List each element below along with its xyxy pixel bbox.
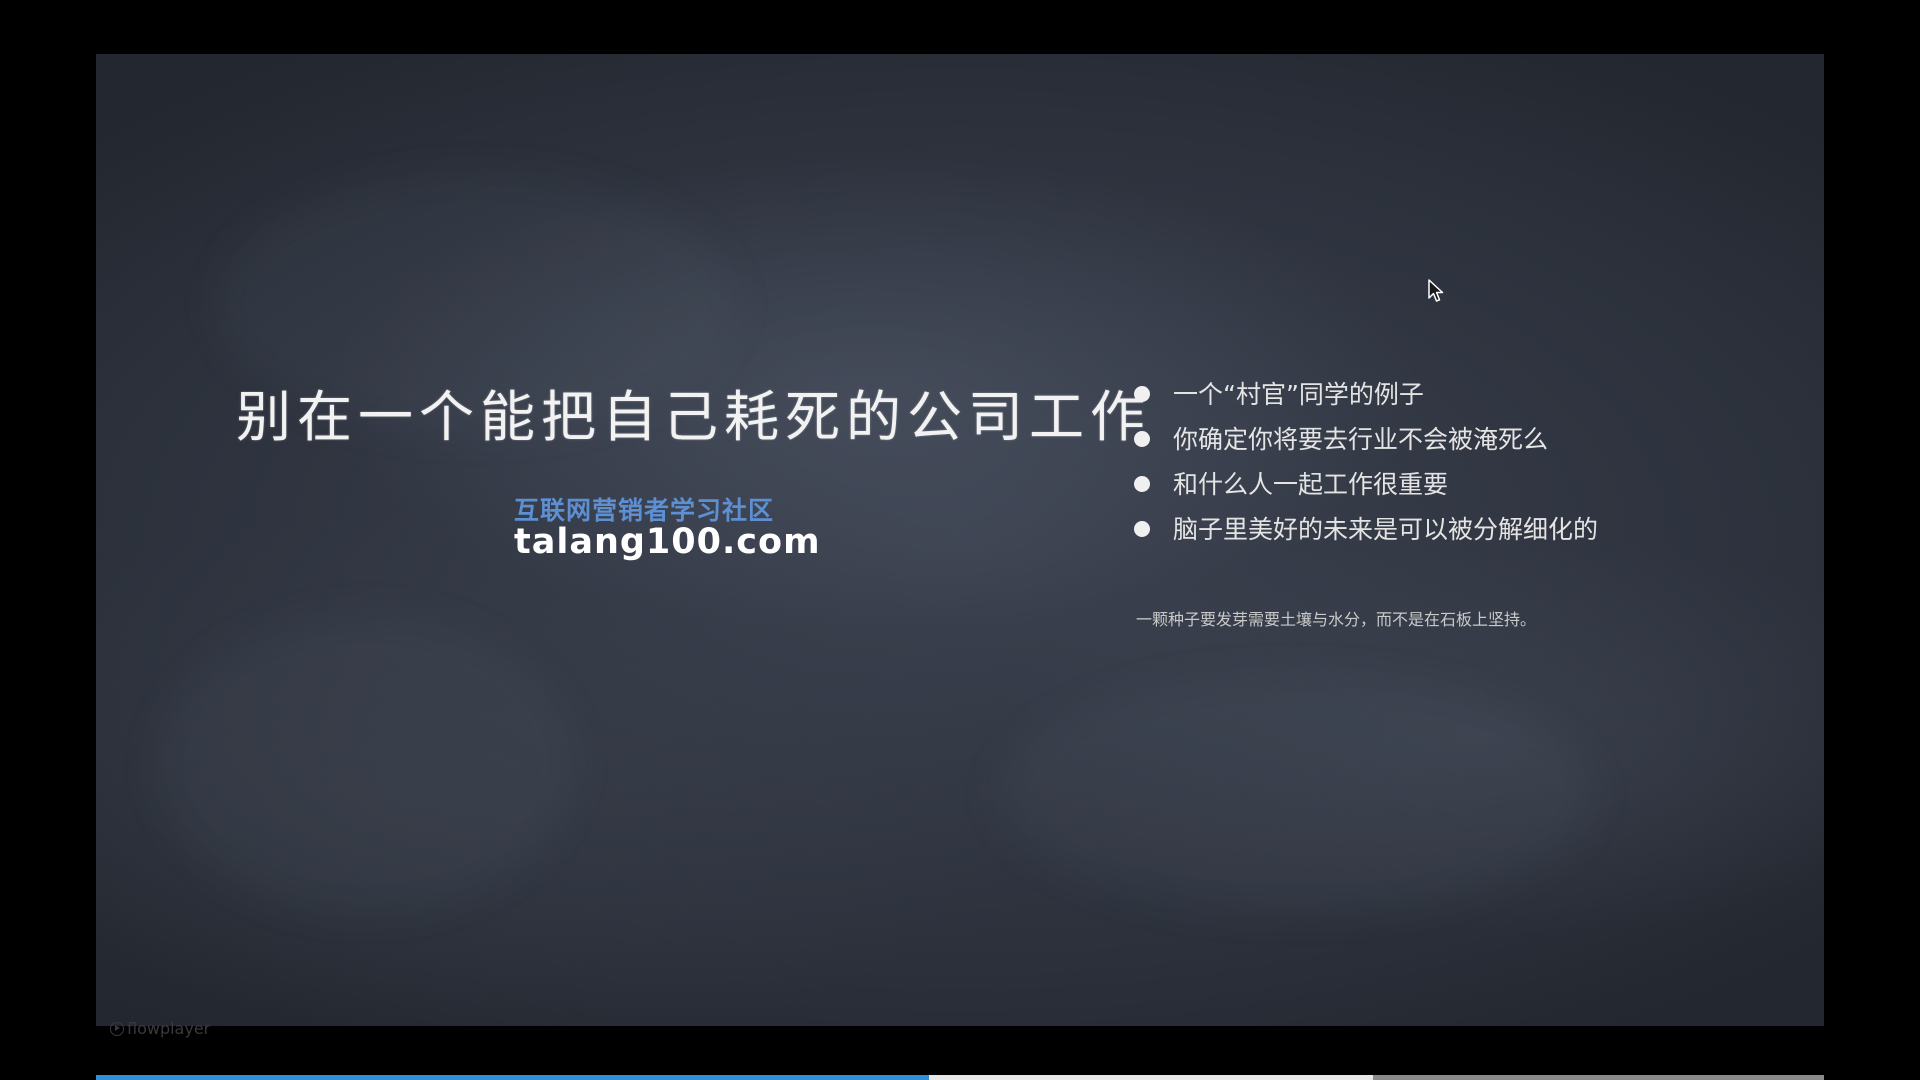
chalk-smudge <box>996 674 1596 914</box>
chalk-smudge <box>156 614 576 914</box>
bullet-text: 一个“村官”同学的例子 <box>1173 380 1424 409</box>
bullet-item: 你确定你将要去行业不会被淹死么 <box>1134 417 1598 462</box>
play-circle-icon <box>110 1021 124 1036</box>
brand-url: talang100.com <box>514 522 821 562</box>
bullet-text: 脑子里美好的未来是可以被分解细化的 <box>1173 515 1599 544</box>
bullet-dot-icon <box>1134 476 1150 492</box>
bullet-dot-icon <box>1134 431 1150 447</box>
timeline-segment <box>928 1075 1373 1080</box>
bullet-list: 一个“村官”同学的例子 你确定你将要去行业不会被淹死么 和什么人一起工作很重要 … <box>1134 372 1598 552</box>
timeline-progress[interactable] <box>96 1075 929 1080</box>
video-player[interactable]: 别在一个能把自己耗死的公司工作 互联网营销者学习社区 talang100.com… <box>0 0 1920 1080</box>
bullet-dot-icon <box>1134 386 1150 402</box>
bullet-item: 脑子里美好的未来是可以被分解细化的 <box>1134 507 1598 552</box>
bullet-dot-icon <box>1134 521 1150 537</box>
video-frame[interactable]: 别在一个能把自己耗死的公司工作 互联网营销者学习社区 talang100.com… <box>96 54 1824 1026</box>
bullet-item: 一个“村官”同学的例子 <box>1134 372 1598 417</box>
timeline-buffer <box>1372 1075 1824 1080</box>
slide-note: 一颗种子要发芽需要土壤与水分，而不是在石板上坚持。 <box>1136 610 1537 629</box>
mouse-pointer-icon <box>1428 279 1444 302</box>
slide-title: 别在一个能把自己耗死的公司工作 <box>236 385 1152 449</box>
flowplayer-logo[interactable]: flowplayer <box>110 1019 210 1038</box>
timeline-bar[interactable] <box>96 1075 1824 1080</box>
bullet-text: 和什么人一起工作很重要 <box>1173 470 1449 499</box>
bullet-item: 和什么人一起工作很重要 <box>1134 462 1598 507</box>
bullet-text: 你确定你将要去行业不会被淹死么 <box>1173 425 1549 454</box>
flowplayer-logo-text: flowplayer <box>127 1019 211 1038</box>
